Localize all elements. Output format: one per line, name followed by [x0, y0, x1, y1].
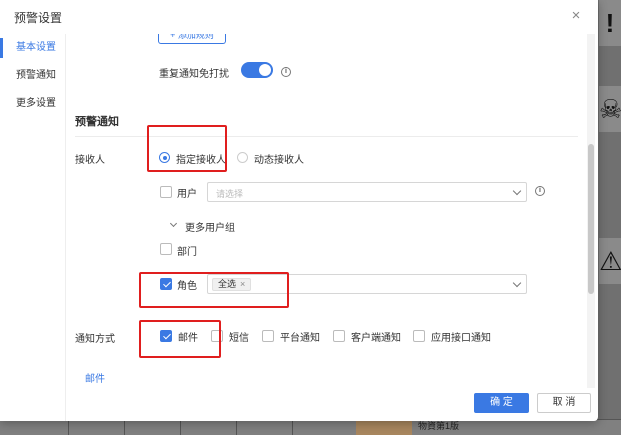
content-scrollbar[interactable]	[587, 34, 595, 388]
expand-chevron-icon[interactable]	[169, 219, 178, 228]
receiver-label: 接收人	[75, 155, 105, 166]
api-notify-label[interactable]: 应用接口通知	[431, 329, 491, 344]
info-icon[interactable]: i	[281, 67, 291, 77]
role-select[interactable]: 全选 ×	[207, 274, 527, 294]
sms-checkbox[interactable]	[211, 330, 223, 342]
api-notify-checkbox[interactable]	[413, 330, 425, 342]
scrollbar-thumb[interactable]	[588, 144, 594, 294]
alert-settings-dialog: 预警设置 × 基本设置 预警通知 更多设置 + 添加规则 重复通知免打扰 i 预…	[0, 0, 598, 421]
add-rule-button[interactable]: + 添加规则	[158, 34, 226, 44]
user-label: 用户	[177, 189, 197, 200]
dynamic-receiver-label[interactable]: 动态接收人	[254, 151, 304, 166]
role-checkbox[interactable]	[160, 278, 172, 290]
tab-email[interactable]: 邮件	[85, 370, 105, 385]
dialog-footer: 确 定 取 消	[0, 388, 598, 421]
specified-receiver-label[interactable]: 指定接收人	[176, 151, 226, 166]
confirm-button[interactable]: 确 定	[474, 393, 529, 413]
skull-icon: ☠	[599, 86, 621, 132]
alert-notify-section-title: 预警通知	[75, 116, 119, 128]
repeat-notify-toggle[interactable]	[241, 62, 273, 78]
repeat-notify-label: 重复通知免打扰	[159, 69, 229, 80]
user-select[interactable]: 请选择	[207, 182, 527, 202]
platform-notify-label[interactable]: 平台通知	[280, 329, 320, 344]
background-highlight-cell	[356, 421, 412, 435]
notify-method-label: 通知方式	[75, 334, 115, 345]
close-icon[interactable]: ×	[568, 8, 584, 24]
hazard-icon: ⚠	[599, 238, 621, 284]
cancel-button[interactable]: 取 消	[537, 393, 591, 413]
exclamation-icon: !	[599, 0, 621, 46]
settings-side-nav: 基本设置 预警通知 更多设置	[0, 34, 66, 421]
nav-item-more-settings[interactable]: 更多设置	[0, 90, 65, 118]
dept-checkbox[interactable]	[160, 243, 172, 255]
user-checkbox[interactable]	[160, 186, 172, 198]
role-label: 角色	[177, 281, 197, 292]
nav-item-basic-settings[interactable]: 基本设置	[0, 34, 65, 62]
role-tag-label: 全选	[218, 279, 237, 289]
settings-content: + 添加规则 重复通知免打扰 i 预警通知 接收人 指定接收人 动态接收人 用户…	[67, 34, 586, 388]
client-notify-checkbox[interactable]	[333, 330, 345, 342]
nav-item-alert-notify[interactable]: 预警通知	[0, 62, 65, 90]
role-tag: 全选 ×	[212, 278, 252, 291]
email-label[interactable]: 邮件	[178, 329, 198, 344]
user-select-placeholder: 请选择	[216, 189, 244, 199]
specified-receiver-radio[interactable]	[159, 152, 170, 163]
background-sidebar: ! ☠ ⚠	[597, 0, 621, 435]
dynamic-receiver-radio[interactable]	[237, 152, 248, 163]
background-bottom-row: 物資第1版	[0, 419, 621, 435]
dept-label: 部门	[177, 247, 197, 258]
user-info-icon[interactable]: i	[535, 186, 545, 196]
client-notify-label[interactable]: 客户端通知	[351, 329, 401, 344]
platform-notify-checkbox[interactable]	[262, 330, 274, 342]
sms-label[interactable]: 短信	[229, 329, 249, 344]
chevron-down-icon	[512, 278, 522, 288]
dialog-header: 预警设置 ×	[0, 0, 598, 34]
email-checkbox[interactable]	[160, 330, 172, 342]
section-divider	[75, 136, 578, 137]
tag-close-icon[interactable]: ×	[240, 279, 245, 289]
more-user-groups-link[interactable]: 更多用户组	[185, 219, 235, 234]
dialog-title: 预警设置	[14, 11, 63, 25]
chevron-down-icon	[512, 186, 522, 196]
